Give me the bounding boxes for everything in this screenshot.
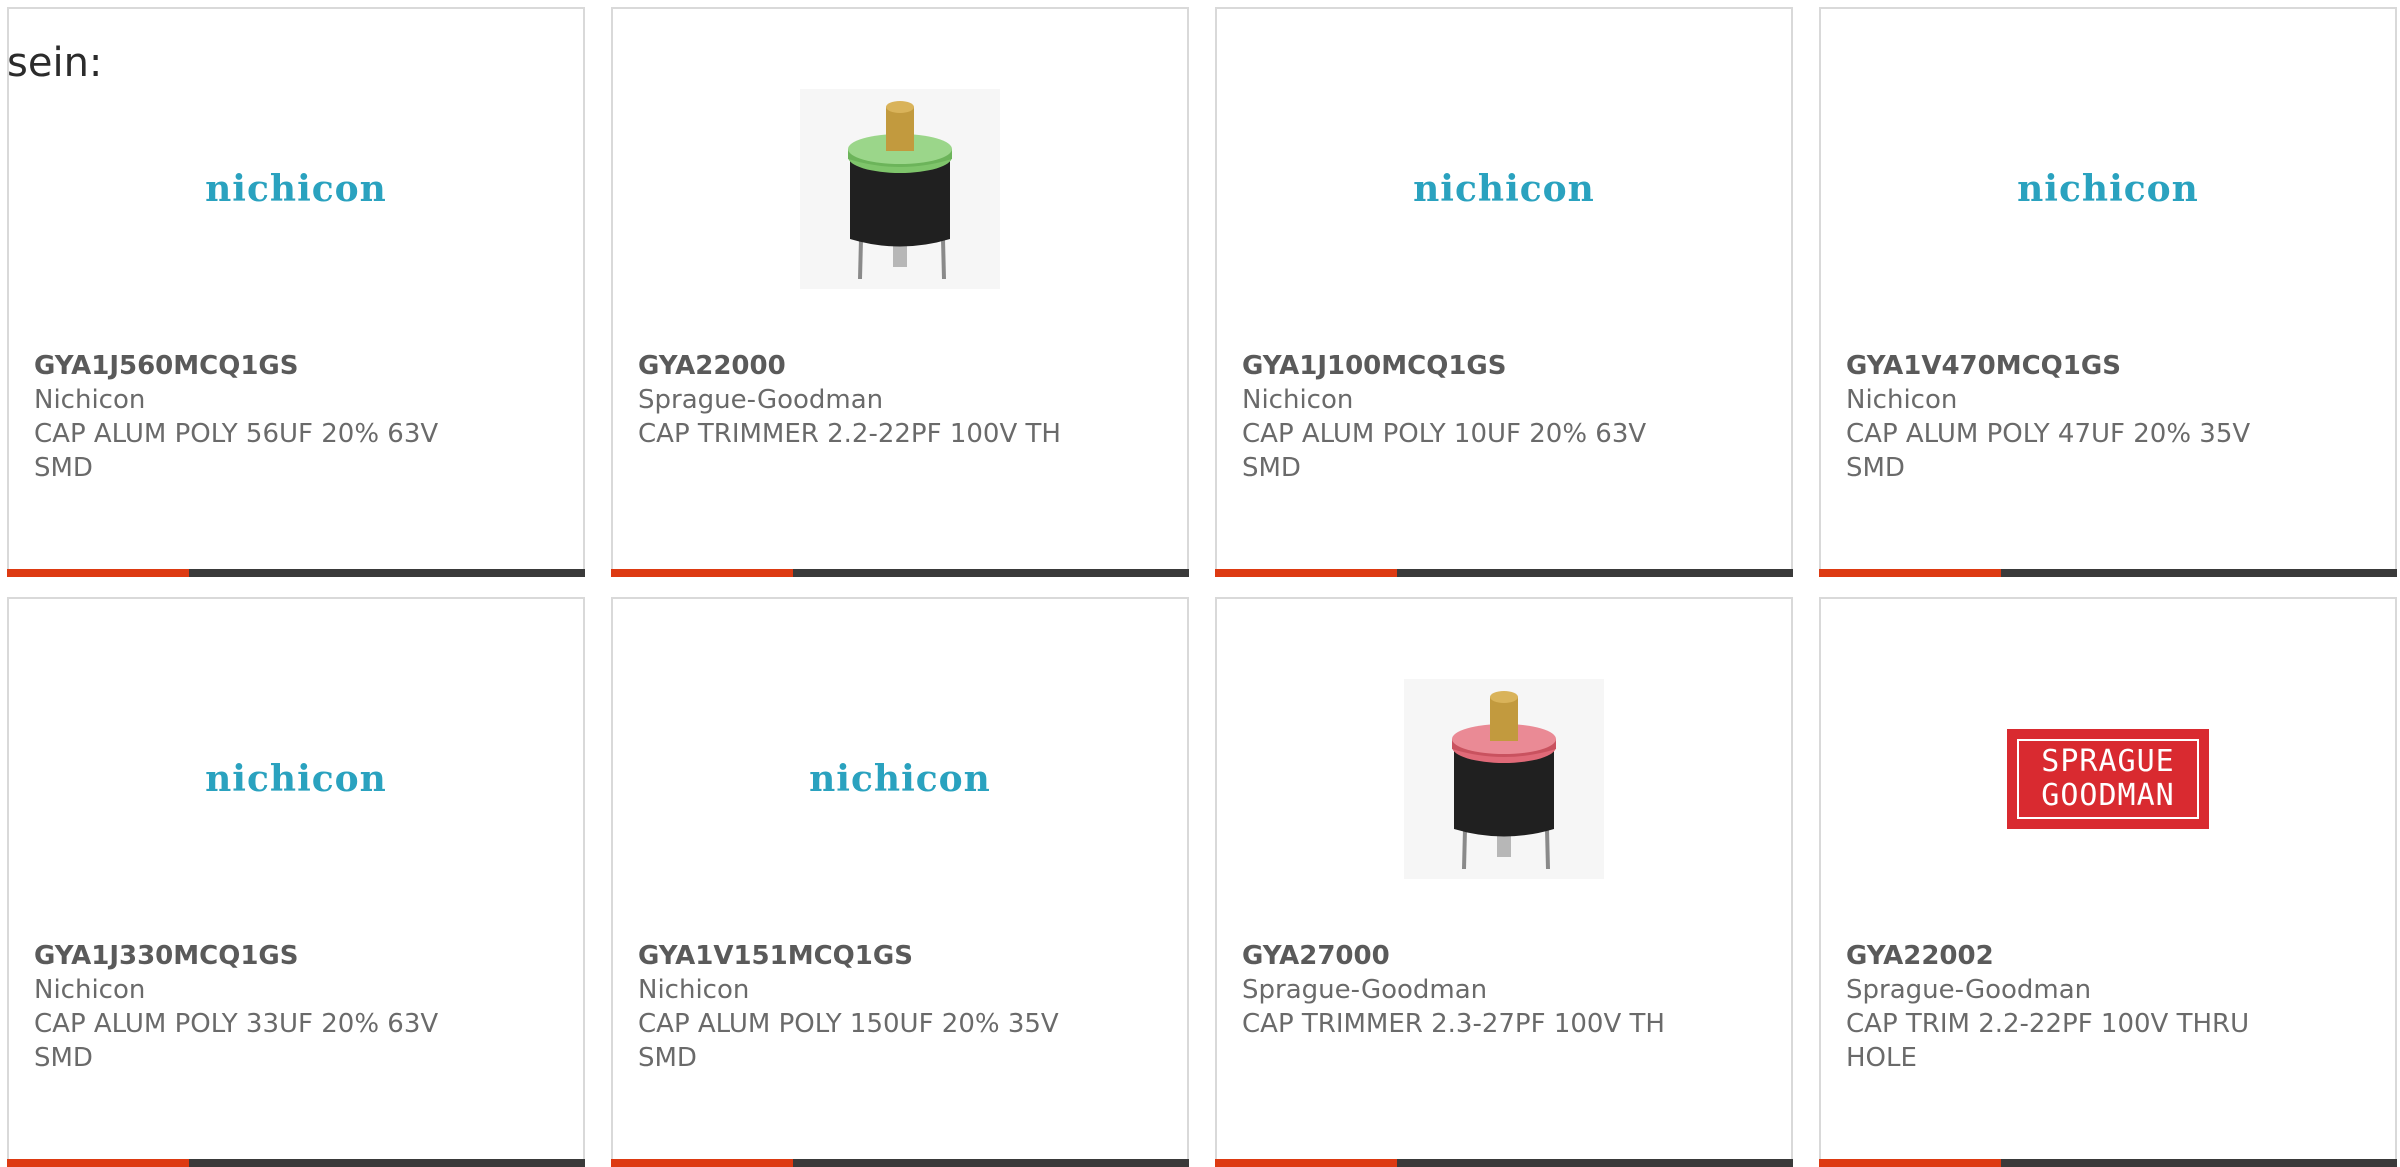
product-card[interactable]: SPRAGUE GOODMAN GYA22002 Sprague-Goodman… bbox=[1819, 597, 2397, 1167]
manufacturer: Nichicon bbox=[34, 975, 146, 1005]
card-accent bbox=[1819, 1159, 2001, 1167]
manufacturer: Nichicon bbox=[1846, 385, 1958, 415]
card-bottom-bar bbox=[611, 569, 1189, 577]
trimmer-capacitor-icon bbox=[1404, 679, 1604, 879]
card-bottom-bar bbox=[1819, 1159, 2397, 1167]
product-card[interactable]: GYA22000 Sprague-Goodman CAP TRIMMER 2.2… bbox=[611, 7, 1189, 577]
trimmer-capacitor-icon bbox=[800, 89, 1000, 289]
nichicon-logo: nichicon bbox=[809, 758, 991, 800]
card-bottom-bar bbox=[7, 569, 585, 577]
manufacturer: Nichicon bbox=[1242, 385, 1354, 415]
part-number[interactable]: GYA22002 bbox=[1846, 939, 2370, 973]
product-card[interactable]: GYA27000 Sprague-Goodman CAP TRIMMER 2.3… bbox=[1215, 597, 1793, 1167]
sprague-goodman-logo: SPRAGUE GOODMAN bbox=[2009, 731, 2207, 827]
description: CAP ALUM POLY 33UF 20% 63V SMD bbox=[34, 1009, 439, 1073]
description: CAP ALUM POLY 47UF 20% 35V SMD bbox=[1846, 419, 2251, 483]
manufacturer: Nichicon bbox=[34, 385, 146, 415]
part-number[interactable]: GYA1V470MCQ1GS bbox=[1846, 349, 2370, 383]
part-number[interactable]: GYA22000 bbox=[638, 349, 1162, 383]
manufacturer: Sprague-Goodman bbox=[1242, 975, 1488, 1005]
product-image: nichicon bbox=[9, 659, 583, 899]
description: CAP TRIMMER 2.3-27PF 100V TH bbox=[1242, 1009, 1665, 1039]
product-image: SPRAGUE GOODMAN bbox=[1821, 659, 2395, 899]
product-card[interactable]: nichicon GYA1J560MCQ1GS Nichicon CAP ALU… bbox=[7, 7, 585, 577]
description: CAP ALUM POLY 150UF 20% 35V SMD bbox=[638, 1009, 1059, 1073]
card-bottom-bar bbox=[1819, 569, 2397, 577]
product-image: nichicon bbox=[1217, 69, 1791, 309]
card-accent bbox=[1819, 569, 2001, 577]
card-bottom-bar bbox=[611, 1159, 1189, 1167]
manufacturer: Sprague-Goodman bbox=[638, 385, 884, 415]
logo-line: GOODMAN bbox=[2041, 778, 2175, 813]
part-number[interactable]: GYA1J330MCQ1GS bbox=[34, 939, 558, 973]
product-image: nichicon bbox=[9, 69, 583, 309]
part-number[interactable]: GYA1J560MCQ1GS bbox=[34, 349, 558, 383]
card-bottom-bar bbox=[1215, 1159, 1793, 1167]
description: CAP TRIMMER 2.2-22PF 100V TH bbox=[638, 419, 1061, 449]
card-accent bbox=[7, 569, 189, 577]
nichicon-logo: nichicon bbox=[1413, 168, 1595, 210]
intro-text: sein: bbox=[7, 40, 103, 86]
description: CAP TRIM 2.2-22PF 100V THRU HOLE bbox=[1846, 1009, 2250, 1073]
card-accent bbox=[611, 569, 793, 577]
product-card[interactable]: nichicon GYA1V151MCQ1GS Nichicon CAP ALU… bbox=[611, 597, 1189, 1167]
part-number[interactable]: GYA1V151MCQ1GS bbox=[638, 939, 1162, 973]
logo-line: SPRAGUE bbox=[2041, 744, 2175, 779]
description: CAP ALUM POLY 56UF 20% 63V SMD bbox=[34, 419, 439, 483]
product-card[interactable]: nichicon GYA1V470MCQ1GS Nichicon CAP ALU… bbox=[1819, 7, 2397, 577]
product-image bbox=[1217, 659, 1791, 899]
description: CAP ALUM POLY 10UF 20% 63V SMD bbox=[1242, 419, 1647, 483]
nichicon-logo: nichicon bbox=[205, 758, 387, 800]
part-number[interactable]: GYA1J100MCQ1GS bbox=[1242, 349, 1766, 383]
product-image bbox=[613, 69, 1187, 309]
nichicon-logo: nichicon bbox=[205, 168, 387, 210]
manufacturer: Sprague-Goodman bbox=[1846, 975, 2092, 1005]
card-bottom-bar bbox=[7, 1159, 585, 1167]
product-image: nichicon bbox=[1821, 69, 2395, 309]
card-accent bbox=[1215, 569, 1397, 577]
product-card[interactable]: nichicon GYA1J330MCQ1GS Nichicon CAP ALU… bbox=[7, 597, 585, 1167]
card-accent bbox=[611, 1159, 793, 1167]
product-card[interactable]: nichicon GYA1J100MCQ1GS Nichicon CAP ALU… bbox=[1215, 7, 1793, 577]
card-accent bbox=[7, 1159, 189, 1167]
card-bottom-bar bbox=[1215, 569, 1793, 577]
product-image: nichicon bbox=[613, 659, 1187, 899]
nichicon-logo: nichicon bbox=[2017, 168, 2199, 210]
manufacturer: Nichicon bbox=[638, 975, 750, 1005]
card-accent bbox=[1215, 1159, 1397, 1167]
part-number[interactable]: GYA27000 bbox=[1242, 939, 1766, 973]
